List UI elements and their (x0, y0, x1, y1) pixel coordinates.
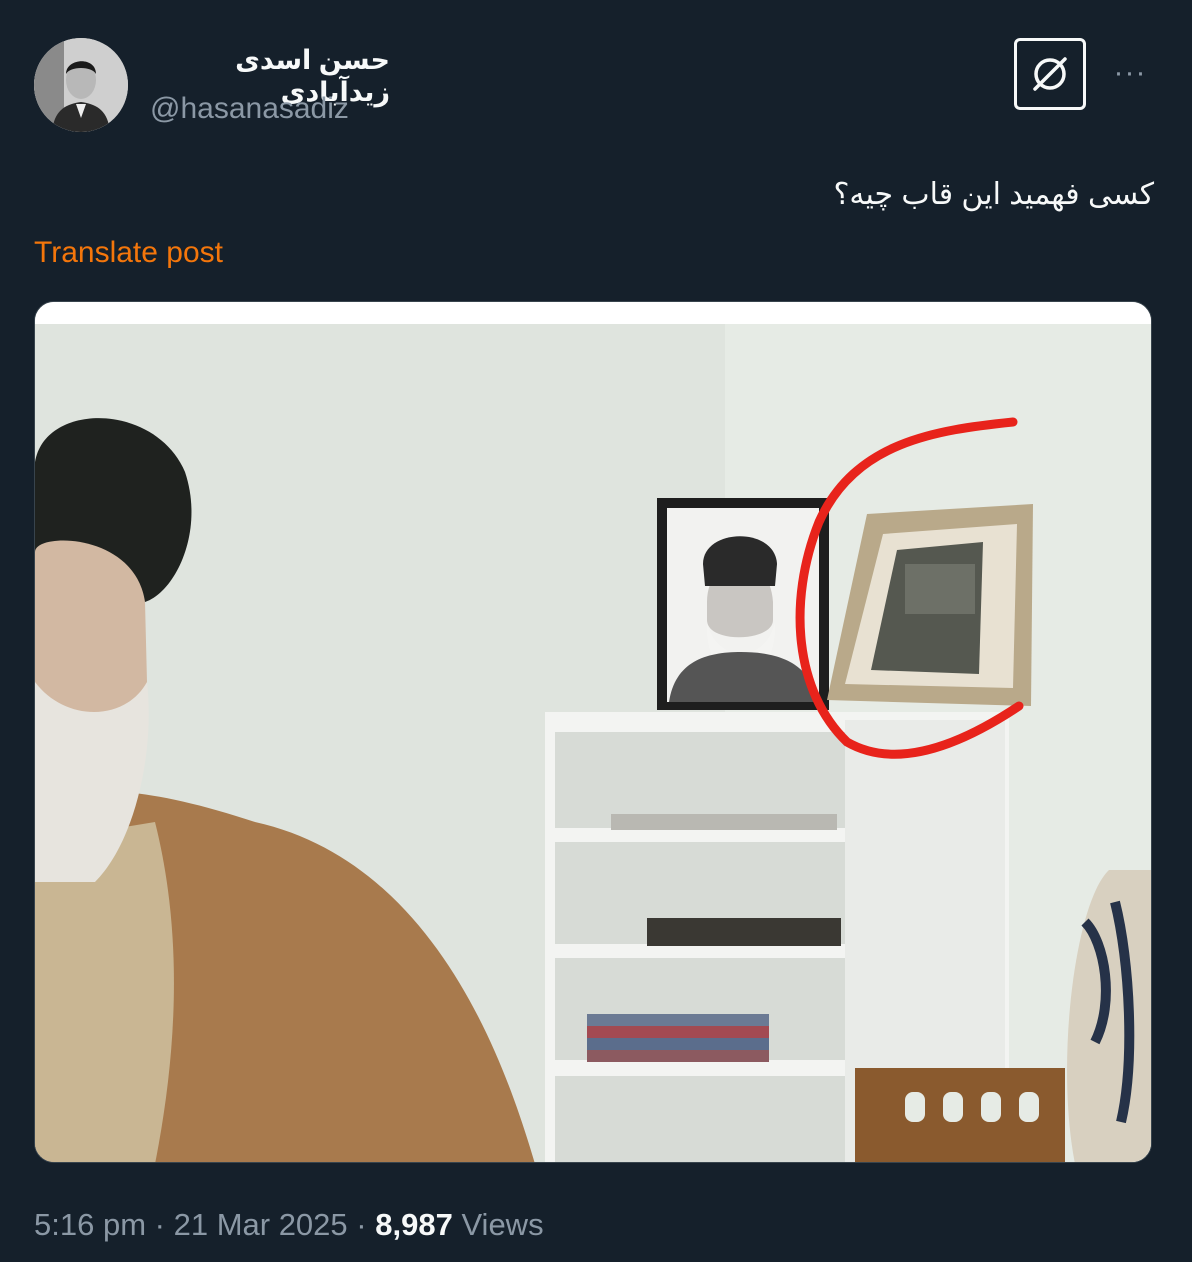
post-image[interactable] (34, 301, 1152, 1163)
post-time[interactable]: 5:16 pm (34, 1207, 146, 1242)
profile-photo-icon (34, 38, 128, 132)
more-options-button[interactable]: ··· (1108, 56, 1152, 89)
post-date[interactable]: 21 Mar 2025 (174, 1207, 348, 1242)
user-handle[interactable]: @hasanasadiz (150, 92, 349, 126)
translate-post-link[interactable]: Translate post (34, 236, 223, 270)
more-dots-icon: ··· (1113, 56, 1147, 89)
post-meta: 5:16 pm · 21 Mar 2025 · 8,987 Views (34, 1206, 544, 1244)
grok-icon (1033, 57, 1067, 91)
views-count[interactable]: 8,987 (375, 1207, 453, 1242)
views-label: Views (461, 1207, 544, 1242)
post-text: کسی فهمید این قاب چیه؟ (833, 178, 1154, 211)
meta-separator: · (154, 1207, 165, 1242)
avatar[interactable] (34, 38, 128, 132)
photo-image-icon (35, 302, 1151, 1162)
meta-separator-2: · (356, 1207, 367, 1242)
grok-button[interactable] (1014, 38, 1086, 110)
